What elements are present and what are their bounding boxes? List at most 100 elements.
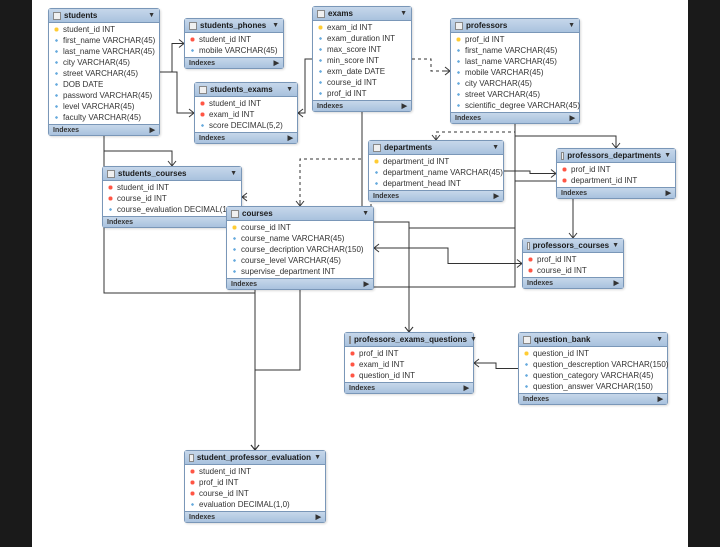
table-footer-indexes[interactable]: Indexes▶ <box>519 393 667 404</box>
expand-arrow-icon[interactable]: ▶ <box>570 114 575 122</box>
table-footer-indexes[interactable]: Indexes▶ <box>523 277 623 288</box>
column-row[interactable]: supervise_department INT <box>227 266 373 277</box>
column-row[interactable]: course_id INT <box>227 222 373 233</box>
table-question_bank[interactable]: question_bank▼question_id INTquestion_de… <box>518 332 668 405</box>
expand-arrow-icon[interactable]: ▶ <box>658 395 663 403</box>
table-professors_departments[interactable]: professors_departments▼prof_id INTdepart… <box>556 148 676 199</box>
collapse-arrow-icon[interactable]: ▼ <box>230 170 237 177</box>
table-exams[interactable]: exams▼exam_id INTexam_duration INTmax_sc… <box>312 6 412 112</box>
table-header[interactable]: professors_courses▼ <box>523 239 623 253</box>
column-row[interactable]: prof_id INT <box>345 348 473 359</box>
table-header[interactable]: courses▼ <box>227 207 373 221</box>
table-footer-indexes[interactable]: Indexes▶ <box>227 278 373 289</box>
column-row[interactable]: question_descreption VARCHAR(150) <box>519 359 667 370</box>
table-professors_courses[interactable]: professors_courses▼prof_id INTcourse_id … <box>522 238 624 289</box>
column-row[interactable]: max_score INT <box>313 44 411 55</box>
column-row[interactable]: question_answer VARCHAR(150) <box>519 381 667 392</box>
column-row[interactable]: course_id INT <box>103 193 241 204</box>
column-row[interactable]: course_decription VARCHAR(150) <box>227 244 373 255</box>
table-header[interactable]: departments▼ <box>369 141 503 155</box>
table-students_phones[interactable]: students_phones▼student_id INTmobile VAR… <box>184 18 284 69</box>
column-row[interactable]: prof_id INT <box>185 477 325 488</box>
expand-arrow-icon[interactable]: ▶ <box>150 126 155 134</box>
collapse-arrow-icon[interactable]: ▼ <box>492 144 499 151</box>
column-row[interactable]: exam_id INT <box>313 22 411 33</box>
column-row[interactable]: course_level VARCHAR(45) <box>227 255 373 266</box>
table-student_professor_evaluation[interactable]: student_professor_evaluation▼student_id … <box>184 450 326 523</box>
table-students_courses[interactable]: students_courses▼student_id INTcourse_id… <box>102 166 242 228</box>
expand-arrow-icon[interactable]: ▶ <box>364 280 369 288</box>
column-row[interactable]: student_id INT <box>195 98 297 109</box>
column-row[interactable]: first_name VARCHAR(45) <box>49 35 159 46</box>
column-row[interactable]: course_id INT <box>313 77 411 88</box>
column-row[interactable]: prof_id INT <box>523 254 623 265</box>
column-row[interactable]: street VARCHAR(45) <box>49 68 159 79</box>
collapse-arrow-icon[interactable]: ▼ <box>286 86 293 93</box>
table-departments[interactable]: departments▼department_id INTdepartment_… <box>368 140 504 202</box>
table-footer-indexes[interactable]: Indexes▶ <box>369 190 503 201</box>
column-row[interactable]: exam_id INT <box>345 359 473 370</box>
collapse-arrow-icon[interactable]: ▼ <box>568 22 575 29</box>
column-row[interactable]: student_id INT <box>49 24 159 35</box>
table-footer-indexes[interactable]: Indexes▶ <box>49 124 159 135</box>
column-row[interactable]: course_id INT <box>185 488 325 499</box>
table-professors_exams_questions[interactable]: professors_exams_questions▼prof_id INTex… <box>344 332 474 394</box>
table-footer-indexes[interactable]: Indexes▶ <box>195 132 297 143</box>
column-row[interactable]: exam_id INT <box>195 109 297 120</box>
expand-arrow-icon[interactable]: ▶ <box>666 189 671 197</box>
table-students[interactable]: students▼student_id INTfirst_name VARCHA… <box>48 8 160 136</box>
column-row[interactable]: evaluation DECIMAL(1,0) <box>185 499 325 510</box>
expand-arrow-icon[interactable]: ▶ <box>494 192 499 200</box>
column-row[interactable]: city VARCHAR(45) <box>49 57 159 68</box>
column-row[interactable]: prof_id INT <box>557 164 675 175</box>
expand-arrow-icon[interactable]: ▶ <box>464 384 469 392</box>
column-row[interactable]: prof_id INT <box>313 88 411 99</box>
column-row[interactable]: department_head INT <box>369 178 503 189</box>
column-row[interactable]: course_id INT <box>523 265 623 276</box>
column-row[interactable]: DOB DATE <box>49 79 159 90</box>
column-row[interactable]: street VARCHAR(45) <box>451 89 579 100</box>
column-row[interactable]: student_id INT <box>103 182 241 193</box>
column-row[interactable]: question_id INT <box>345 370 473 381</box>
column-row[interactable]: course_name VARCHAR(45) <box>227 233 373 244</box>
collapse-arrow-icon[interactable]: ▼ <box>612 242 619 249</box>
table-header[interactable]: student_professor_evaluation▼ <box>185 451 325 465</box>
expand-arrow-icon[interactable]: ▶ <box>316 513 321 521</box>
column-row[interactable]: last_name VARCHAR(45) <box>451 56 579 67</box>
column-row[interactable]: faculty VARCHAR(45) <box>49 112 159 123</box>
collapse-arrow-icon[interactable]: ▼ <box>314 454 321 461</box>
table-header[interactable]: exams▼ <box>313 7 411 21</box>
column-row[interactable]: department_id INT <box>557 175 675 186</box>
column-row[interactable]: first_name VARCHAR(45) <box>451 45 579 56</box>
table-professors[interactable]: professors▼prof_id INTfirst_name VARCHAR… <box>450 18 580 124</box>
column-row[interactable]: min_score INT <box>313 55 411 66</box>
collapse-arrow-icon[interactable]: ▼ <box>362 210 369 217</box>
table-footer-indexes[interactable]: Indexes▶ <box>185 511 325 522</box>
collapse-arrow-icon[interactable]: ▼ <box>664 152 671 159</box>
table-header[interactable]: students_exams▼ <box>195 83 297 97</box>
table-students_exams[interactable]: students_exams▼student_id INTexam_id INT… <box>194 82 298 144</box>
column-row[interactable]: department_name VARCHAR(45) <box>369 167 503 178</box>
table-header[interactable]: students_courses▼ <box>103 167 241 181</box>
table-footer-indexes[interactable]: Indexes▶ <box>345 382 473 393</box>
expand-arrow-icon[interactable]: ▶ <box>288 134 293 142</box>
column-row[interactable]: mobile VARCHAR(45) <box>451 67 579 78</box>
column-row[interactable]: course_evaluation DECIMAL(1,0) <box>103 204 241 215</box>
column-row[interactable]: department_id INT <box>369 156 503 167</box>
table-footer-indexes[interactable]: Indexes▶ <box>557 187 675 198</box>
column-row[interactable]: prof_id INT <box>451 34 579 45</box>
table-footer-indexes[interactable]: Indexes▶ <box>103 216 241 227</box>
expand-arrow-icon[interactable]: ▶ <box>614 279 619 287</box>
collapse-arrow-icon[interactable]: ▼ <box>400 10 407 17</box>
column-row[interactable]: mobile VARCHAR(45) <box>185 45 283 56</box>
table-footer-indexes[interactable]: Indexes▶ <box>451 112 579 123</box>
table-header[interactable]: students▼ <box>49 9 159 23</box>
table-header[interactable]: students_phones▼ <box>185 19 283 33</box>
column-row[interactable]: city VARCHAR(45) <box>451 78 579 89</box>
expand-arrow-icon[interactable]: ▶ <box>402 102 407 110</box>
column-row[interactable]: scientific_degree VARCHAR(45) <box>451 100 579 111</box>
table-header[interactable]: question_bank▼ <box>519 333 667 347</box>
table-header[interactable]: professors_departments▼ <box>557 149 675 163</box>
table-courses[interactable]: courses▼course_id INTcourse_name VARCHAR… <box>226 206 374 290</box>
expand-arrow-icon[interactable]: ▶ <box>274 59 279 67</box>
